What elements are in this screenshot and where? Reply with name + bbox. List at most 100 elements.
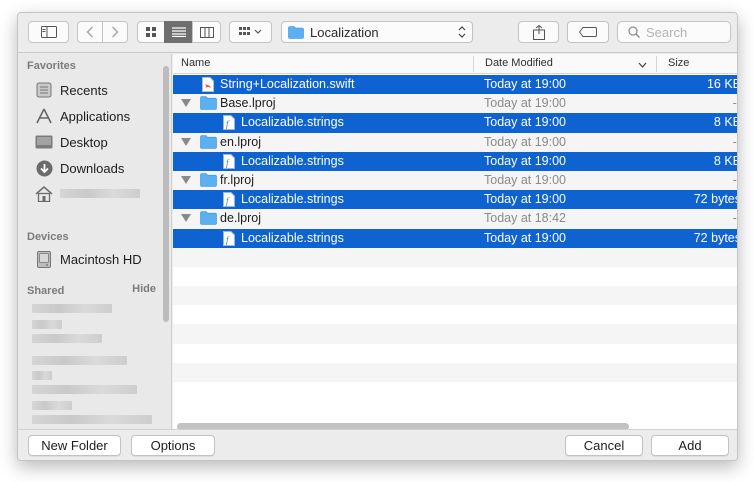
sidebar-item-downloads[interactable]: Downloads bbox=[34, 157, 124, 179]
location-label: Localization bbox=[310, 24, 379, 40]
file-row[interactable]: f Localizable.strings Today at 19:00 72 byt… bbox=[173, 228, 737, 248]
redacted-shared-item[interactable] bbox=[32, 304, 112, 313]
column-size[interactable]: Size bbox=[668, 57, 689, 69]
open-dialog-window: Localization Search Favorites Recents Ap… bbox=[17, 12, 738, 461]
file-name: de.lproj bbox=[220, 211, 261, 226]
redacted-shared-item[interactable] bbox=[32, 320, 62, 329]
folder-row[interactable]: fr.lproj Today at 19:00 -- bbox=[173, 170, 737, 191]
disclosure-triangle-icon[interactable] bbox=[181, 99, 191, 108]
share-button[interactable] bbox=[518, 21, 559, 43]
disclosure-triangle-icon[interactable] bbox=[181, 137, 191, 146]
list-view-button[interactable] bbox=[164, 21, 193, 43]
search-field[interactable]: Search bbox=[617, 21, 731, 43]
disclosure-triangle-icon[interactable] bbox=[181, 175, 191, 184]
folder-icon bbox=[200, 134, 217, 152]
add-button[interactable]: Add bbox=[651, 435, 729, 456]
file-date-modified: Today at 19:00 bbox=[484, 230, 567, 245]
sidebar-item-desktop[interactable]: Desktop bbox=[34, 131, 108, 153]
file-name: Localizable.strings bbox=[241, 192, 344, 207]
location-popup[interactable]: Localization bbox=[281, 21, 473, 43]
redacted-shared-item[interactable] bbox=[32, 356, 127, 365]
redacted-shared-item[interactable] bbox=[32, 401, 72, 410]
folder-row[interactable]: Base.lproj Today at 19:00 -- bbox=[173, 94, 737, 114]
column-view-button[interactable] bbox=[192, 21, 221, 43]
empty-row bbox=[173, 344, 737, 363]
shared-hide-button[interactable]: Hide bbox=[132, 283, 156, 295]
empty-row bbox=[173, 286, 737, 306]
file-size: -- bbox=[732, 134, 737, 149]
home-icon bbox=[34, 185, 54, 203]
disclosure-triangle-icon[interactable] bbox=[181, 214, 191, 223]
tag-icon bbox=[579, 27, 597, 37]
folder-row[interactable]: de.lproj Today at 18:42 -- bbox=[173, 209, 737, 229]
strings-file-icon: f bbox=[223, 115, 235, 133]
forward-button[interactable] bbox=[102, 21, 128, 43]
icon-view-button[interactable] bbox=[137, 21, 165, 43]
column-header: Name Date Modified Size bbox=[173, 54, 737, 74]
clock-icon bbox=[34, 81, 54, 99]
file-date-modified: Today at 19:00 bbox=[484, 153, 567, 168]
file-name: en.lproj bbox=[220, 134, 261, 149]
file-date-modified: Today at 19:00 bbox=[484, 115, 567, 130]
updown-chevron-icon bbox=[458, 25, 466, 39]
file-date-modified: Today at 19:00 bbox=[484, 192, 567, 207]
sidebar-toggle-button[interactable] bbox=[28, 21, 69, 43]
harddisk-icon bbox=[34, 250, 54, 268]
group-by-button[interactable] bbox=[229, 21, 272, 43]
redacted-shared-item[interactable] bbox=[32, 334, 102, 343]
file-row[interactable]: String+Localization.swift Today at 19:00 1… bbox=[173, 75, 738, 95]
file-name: String+Localization.swift bbox=[220, 77, 355, 91]
sidebar-item-applications[interactable]: Applications bbox=[34, 105, 130, 127]
file-date-modified: Today at 19:00 bbox=[484, 77, 567, 91]
back-button[interactable] bbox=[77, 21, 103, 43]
options-button[interactable]: Options bbox=[131, 435, 215, 456]
redacted-username bbox=[60, 189, 140, 198]
column-date-modified[interactable]: Date Modified bbox=[485, 57, 553, 69]
file-name: Localizable.strings bbox=[241, 230, 344, 245]
redacted-shared-item[interactable] bbox=[32, 371, 52, 380]
chevron-right-icon bbox=[111, 26, 119, 38]
file-name: Localizable.strings bbox=[241, 153, 344, 168]
sidebar-item-macintosh-hd[interactable]: Macintosh HD bbox=[34, 248, 142, 270]
folder-row[interactable]: en.lproj Today at 19:00 -- bbox=[173, 132, 737, 152]
sidebar-item-recents[interactable]: Recents bbox=[34, 79, 108, 101]
search-placeholder: Search bbox=[646, 24, 688, 40]
redacted-shared-item[interactable] bbox=[32, 415, 152, 424]
empty-row bbox=[173, 324, 737, 344]
folder-icon bbox=[200, 211, 217, 228]
column-divider[interactable] bbox=[656, 56, 657, 72]
file-date-modified: Today at 19:00 bbox=[484, 96, 567, 111]
folder-icon bbox=[200, 173, 217, 190]
toolbar: Localization Search bbox=[18, 13, 737, 53]
favorites-header: Favorites bbox=[27, 60, 76, 72]
column-name[interactable]: Name bbox=[181, 57, 210, 69]
file-name: Localizable.strings bbox=[241, 115, 344, 130]
search-icon bbox=[628, 26, 640, 38]
new-folder-button[interactable]: New Folder bbox=[28, 435, 121, 456]
file-date-modified: Today at 19:00 bbox=[484, 134, 567, 149]
sidebar-item-home[interactable] bbox=[34, 183, 60, 205]
tag-button[interactable] bbox=[567, 21, 609, 43]
file-row[interactable]: f Localizable.strings Today at 19:00 72 byt… bbox=[173, 190, 737, 210]
sidebar-item-label: Recents bbox=[60, 82, 108, 98]
chevron-left-icon bbox=[86, 26, 94, 38]
column-divider[interactable] bbox=[473, 56, 474, 72]
strings-file-icon: f bbox=[223, 192, 235, 210]
file-size: -- bbox=[732, 96, 737, 111]
file-row[interactable]: f Localizable.strings Today at 19:00 8 KB bbox=[173, 151, 737, 171]
empty-row bbox=[173, 382, 737, 401]
redacted-shared-item[interactable] bbox=[32, 385, 137, 394]
applications-icon bbox=[34, 107, 54, 125]
file-date-modified: Today at 18:42 bbox=[484, 211, 567, 226]
cancel-button[interactable]: Cancel bbox=[565, 435, 643, 456]
download-icon bbox=[34, 159, 54, 177]
sidebar-scrollbar[interactable] bbox=[163, 66, 169, 322]
empty-row bbox=[173, 247, 737, 267]
file-size: 16 KB bbox=[706, 77, 738, 91]
file-name: Base.lproj bbox=[220, 96, 276, 111]
sidebar-icon bbox=[40, 26, 57, 38]
file-row[interactable]: f Localizable.strings Today at 19:00 8 KB bbox=[173, 113, 737, 133]
column-view-icon bbox=[199, 26, 214, 38]
footer-bar: New Folder Options Cancel Add bbox=[18, 429, 737, 460]
sidebar-item-label: Applications bbox=[60, 108, 131, 124]
